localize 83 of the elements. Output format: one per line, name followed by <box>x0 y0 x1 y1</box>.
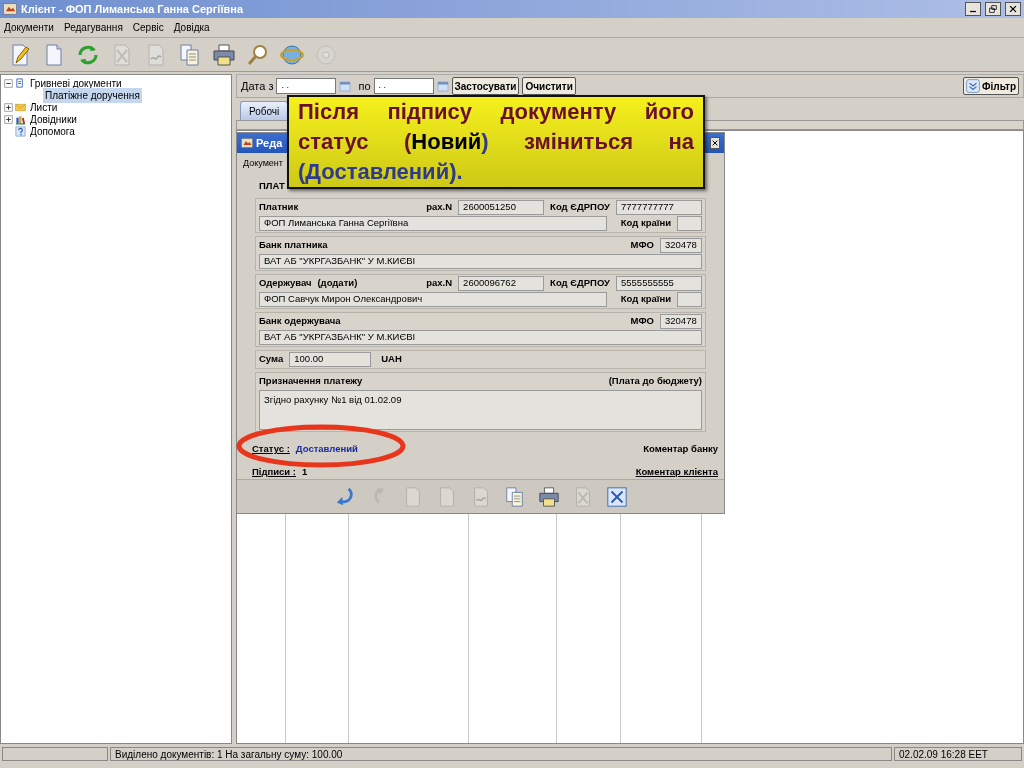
field-label: Платник <box>259 200 299 215</box>
copy-icon[interactable] <box>178 42 202 67</box>
field-label: Документ <box>243 156 283 170</box>
close-button[interactable] <box>1005 2 1021 16</box>
books-icon <box>15 113 26 125</box>
close-icon <box>711 139 719 147</box>
date-label: Дата з <box>241 78 274 94</box>
expand-toggle[interactable] <box>4 114 13 124</box>
field-label: Код країни <box>620 292 671 307</box>
field-label: МФО <box>630 314 654 329</box>
envelope-icon <box>15 101 26 113</box>
document-icon <box>15 77 26 89</box>
app-icon <box>241 137 253 149</box>
account-field[interactable]: 2600096762 <box>458 276 545 291</box>
date-label: по <box>358 78 371 94</box>
field-label: Код ЄДРПОУ <box>550 276 610 291</box>
calendar-icon[interactable] <box>436 80 449 92</box>
printer-icon[interactable] <box>212 42 236 67</box>
menu-item[interactable]: Довідка <box>173 20 210 35</box>
field-label: (Плата до бюджету) <box>608 374 702 389</box>
signatures-count: 1 <box>302 465 308 480</box>
date-field[interactable]: . . <box>373 78 434 94</box>
code-field[interactable]: 5555555555 <box>616 276 702 291</box>
status-time: 02.02.09 16:28 EET <box>894 747 1022 761</box>
field-label: Одержувач <box>259 276 312 291</box>
status-text: Виділено документів: 1 На загальну суму: 100.00 <box>110 747 892 761</box>
name-field[interactable]: ФОП Лиманська Ганна Сергіївна <box>259 216 607 231</box>
tree-item[interactable]: Платіжне доручення <box>43 87 142 103</box>
menu-item[interactable]: Редагування <box>63 20 123 35</box>
field-label: Банк платника <box>259 238 329 253</box>
code-field[interactable]: 7777777777 <box>616 200 702 215</box>
search-icon[interactable] <box>246 42 270 67</box>
globe-icon[interactable] <box>280 42 304 67</box>
field-label: рах.N <box>426 276 453 291</box>
purpose-field[interactable]: Згідно рахунку №1 від 01.02.09 <box>259 390 702 430</box>
expand-toggle[interactable] <box>4 102 13 112</box>
app-icon <box>3 2 17 16</box>
window-title: Клієнт - ФОП Лиманська Ганна Сергіївна <box>21 1 245 17</box>
calendar-icon[interactable] <box>339 80 352 92</box>
bank-name-field[interactable]: ВАТ АБ "УКРГАЗБАНК" У М.КИЄВІ <box>259 254 702 269</box>
country-field[interactable] <box>677 292 702 307</box>
menu-item[interactable]: Документи <box>4 20 54 35</box>
close-icon <box>1008 4 1018 14</box>
tab[interactable]: Робочі <box>240 101 289 120</box>
field-label: Код країни <box>620 216 671 231</box>
status-link[interactable]: Статус : <box>252 442 290 457</box>
client-comment-link[interactable]: Коментар клієнта <box>635 465 718 480</box>
filter-button[interactable]: Фільтр <box>963 77 1019 95</box>
currency-label: UAH <box>381 352 402 367</box>
bank-name-field[interactable]: ВАТ АБ "УКРГАЗБАНК" У М.КИЄВІ <box>259 330 702 345</box>
bank-comment-label: Коментар банку <box>643 442 718 457</box>
printer-icon[interactable] <box>537 485 560 508</box>
mfo-field[interactable]: 320478 <box>660 314 702 329</box>
restore-icon <box>988 4 998 14</box>
account-field[interactable]: 2600051250 <box>458 200 545 215</box>
filter-icon <box>966 79 981 93</box>
field-label: Код ЄДРПОУ <box>550 200 610 215</box>
help-icon <box>15 125 26 137</box>
status-value: Доставлений <box>295 442 358 457</box>
field-label: Банк одержувача <box>259 314 342 329</box>
field-label: МФО <box>630 238 654 253</box>
date-field[interactable]: . . <box>276 78 337 94</box>
amount-field[interactable]: 100.00 <box>289 352 372 367</box>
close-icon[interactable] <box>605 485 628 508</box>
clear-button[interactable]: Очистити <box>522 77 576 95</box>
minimize-button[interactable] <box>965 2 981 16</box>
field-label: Сума <box>259 352 284 367</box>
field-label: Призначення платежу <box>259 374 364 389</box>
dialog-title: Реда <box>256 135 283 151</box>
signatures-link[interactable]: Підписи : <box>252 465 296 480</box>
name-field[interactable]: ФОП Савчук Мирон Олександрович <box>259 292 607 307</box>
form-heading: ПЛАТ <box>259 179 285 194</box>
close-button[interactable] <box>710 137 720 149</box>
collapse-toggle[interactable] <box>4 78 13 88</box>
copy-icon[interactable] <box>503 485 526 508</box>
add-link[interactable]: (додати) <box>317 276 358 291</box>
country-field[interactable] <box>677 216 702 231</box>
restore-button[interactable] <box>985 2 1001 16</box>
mfo-field[interactable]: 320478 <box>660 238 702 253</box>
callout-text: Після підпису документу його статус (Новий) зміниться на (Доставлений). <box>298 98 694 186</box>
field-label: рах.N <box>426 200 453 215</box>
apply-button[interactable]: Застосувати <box>451 77 520 95</box>
menu-item[interactable]: Сервіс <box>132 20 164 35</box>
